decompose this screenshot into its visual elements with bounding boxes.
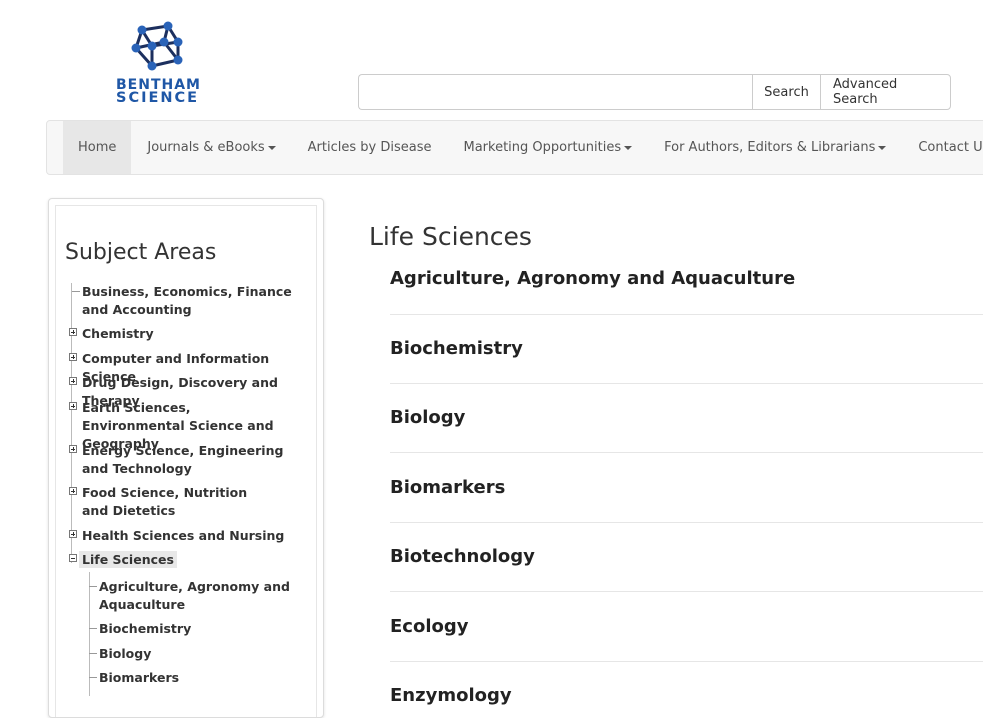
caret-down-icon bbox=[624, 145, 633, 150]
tree-item-label: Energy Science, Engineering and Technolo… bbox=[82, 443, 284, 476]
search-input[interactable] bbox=[358, 74, 752, 110]
divider bbox=[390, 383, 983, 384]
nav-marketing-label: Marketing Opportunities bbox=[463, 140, 622, 155]
bentham-science-logo[interactable]: BENTHAM SCIENCE bbox=[114, 18, 206, 108]
tree-connector bbox=[89, 586, 97, 587]
tree-line bbox=[71, 283, 72, 563]
tree-item-food-science[interactable]: Food Science, Nutrition and Dietetics bbox=[69, 484, 267, 520]
expand-plus-icon[interactable] bbox=[69, 445, 77, 453]
nav-journals-ebooks[interactable]: Journals & eBooks bbox=[131, 121, 291, 174]
divider bbox=[390, 661, 983, 662]
search-bar: Search Advanced Search bbox=[358, 74, 951, 110]
main-navbar: Home Journals & eBooks Articles by Disea… bbox=[46, 120, 983, 175]
divider bbox=[390, 452, 983, 453]
page-title: Life Sciences bbox=[369, 222, 532, 251]
nav-home[interactable]: Home bbox=[63, 121, 132, 174]
category-link-ecology[interactable]: Ecology bbox=[390, 616, 469, 637]
collapse-minus-icon[interactable] bbox=[69, 554, 77, 562]
tree-item-label: Food Science, Nutrition and Dietetics bbox=[82, 485, 248, 518]
molecule-cube-icon bbox=[131, 21, 183, 71]
nav-articles-label: Articles by Disease bbox=[307, 140, 432, 155]
tree-item-label: Business, Economics, Finance and Account… bbox=[82, 284, 292, 317]
subtree-item-label: Biochemistry bbox=[99, 621, 192, 636]
search-button[interactable]: Search bbox=[752, 74, 820, 110]
nav-marketing-opportunities[interactable]: Marketing Opportunities bbox=[447, 121, 648, 174]
tree-item-label-selected: Life Sciences bbox=[79, 551, 177, 568]
expand-plus-icon[interactable] bbox=[69, 402, 77, 410]
nav-journals-label: Journals & eBooks bbox=[147, 140, 265, 155]
tree-item-label: Chemistry bbox=[82, 326, 154, 341]
tree-item-chemistry[interactable]: Chemistry bbox=[69, 325, 302, 343]
subtree-item-label: Biomarkers bbox=[99, 670, 180, 685]
tree-connector bbox=[72, 291, 80, 292]
caret-down-icon bbox=[267, 145, 276, 150]
category-link-biomarkers[interactable]: Biomarkers bbox=[390, 477, 505, 498]
nav-for-authors[interactable]: For Authors, Editors & Librarians bbox=[648, 121, 902, 174]
tree-connector bbox=[89, 653, 97, 654]
subject-areas-title: Subject Areas bbox=[65, 240, 217, 265]
divider bbox=[390, 314, 983, 315]
tree-item-energy-science[interactable]: Energy Science, Engineering and Technolo… bbox=[69, 442, 292, 478]
tree-connector bbox=[89, 628, 97, 629]
subtree-item-biomarkers[interactable]: Biomarkers bbox=[89, 669, 299, 687]
tree-item-business[interactable]: Business, Economics, Finance and Account… bbox=[72, 283, 302, 319]
subtree-item-biochemistry[interactable]: Biochemistry bbox=[89, 620, 299, 638]
expand-plus-icon[interactable] bbox=[69, 487, 77, 495]
subtree-item-label: Biology bbox=[99, 646, 152, 661]
subtree-item-biology[interactable]: Biology bbox=[89, 645, 299, 663]
category-link-agriculture[interactable]: Agriculture, Agronomy and Aquaculture bbox=[390, 268, 795, 289]
subtree-item-agriculture[interactable]: Agriculture, Agronomy and Aquaculture bbox=[89, 578, 299, 614]
subtree-item-label: Agriculture, Agronomy and Aquaculture bbox=[99, 579, 290, 612]
nav-contact-label: Contact Us bbox=[918, 140, 983, 155]
caret-down-icon bbox=[878, 145, 887, 150]
expand-plus-icon[interactable] bbox=[69, 353, 77, 361]
nav-home-label: Home bbox=[78, 140, 117, 155]
advanced-search-button[interactable]: Advanced Search bbox=[820, 74, 951, 110]
expand-plus-icon[interactable] bbox=[69, 328, 77, 336]
category-link-biochemistry[interactable]: Biochemistry bbox=[390, 338, 523, 359]
tree-item-life-sciences[interactable]: Life Sciences bbox=[69, 551, 307, 569]
nav-contact-us[interactable]: Contact Us bbox=[902, 121, 983, 174]
divider bbox=[390, 522, 983, 523]
expand-plus-icon[interactable] bbox=[69, 377, 77, 385]
expand-plus-icon[interactable] bbox=[69, 530, 77, 538]
category-link-biology[interactable]: Biology bbox=[390, 407, 465, 428]
category-link-biotechnology[interactable]: Biotechnology bbox=[390, 546, 535, 567]
tree-connector bbox=[89, 677, 97, 678]
logo-wordmark: BENTHAM SCIENCE bbox=[116, 78, 206, 106]
tree-item-health-sciences[interactable]: Health Sciences and Nursing bbox=[69, 527, 307, 545]
logo-line-2: SCIENCE bbox=[116, 90, 200, 106]
divider bbox=[390, 591, 983, 592]
nav-articles-by-disease[interactable]: Articles by Disease bbox=[292, 121, 448, 174]
tree-item-label: Health Sciences and Nursing bbox=[82, 528, 285, 543]
nav-authors-label: For Authors, Editors & Librarians bbox=[664, 140, 876, 155]
